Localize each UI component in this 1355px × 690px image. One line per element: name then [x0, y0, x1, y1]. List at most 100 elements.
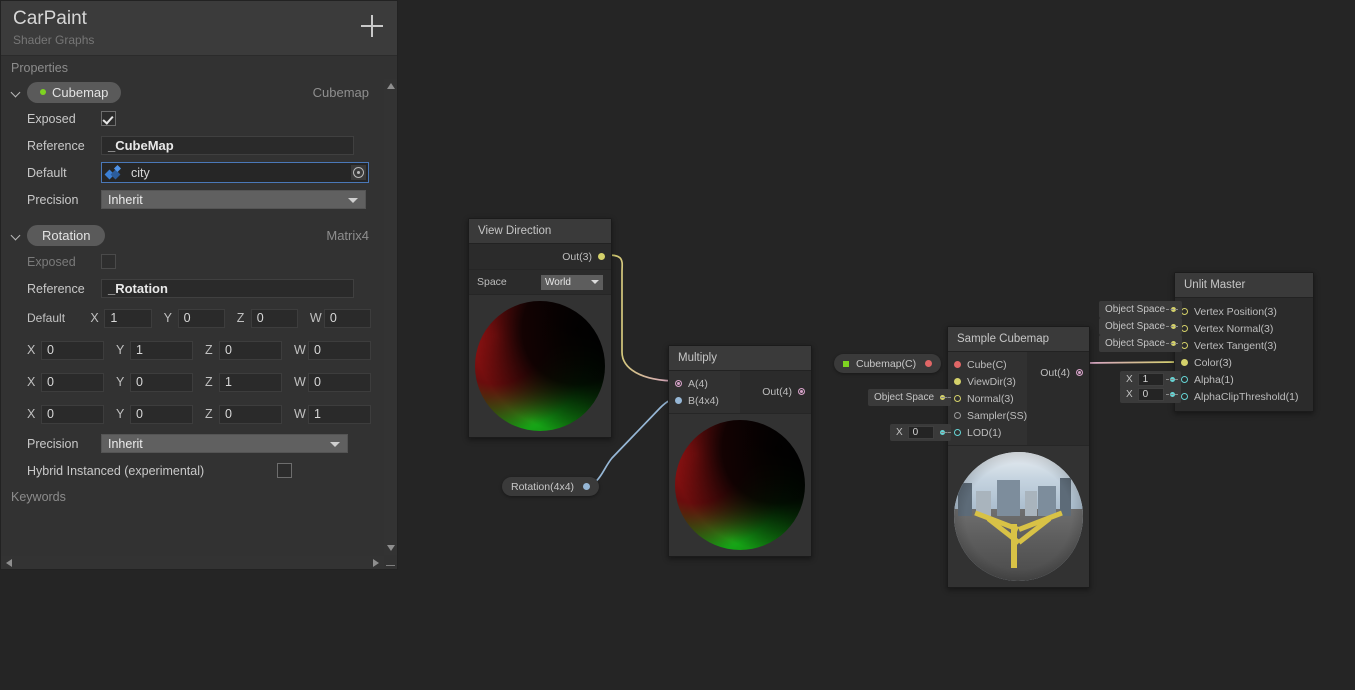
scroll-right-arrow-icon[interactable] [373, 558, 379, 567]
port-dot-icon[interactable] [954, 412, 961, 419]
reference-input[interactable]: _Rotation [101, 279, 354, 298]
space-dropdown[interactable]: World [541, 274, 603, 290]
port-out[interactable]: Out(4) [1027, 364, 1089, 381]
port-lod[interactable]: LOD(1) [948, 424, 1027, 441]
scroll-down-arrow-icon[interactable] [386, 545, 395, 551]
preview-ground [954, 508, 1083, 581]
exposed-dot-icon [40, 89, 46, 95]
matrix-input-1-3[interactable]: 0 [308, 340, 371, 360]
chevron-down-icon[interactable] [9, 228, 23, 242]
vertical-scrollbar[interactable] [384, 79, 397, 555]
port-dot-icon[interactable] [954, 395, 961, 402]
matrix-input-3-1[interactable]: 0 [130, 404, 193, 424]
port-dot-icon[interactable] [1076, 369, 1083, 376]
blackboard-panel[interactable]: CarPaint Shader Graphs Properties Cubema… [0, 0, 398, 570]
port-dot-icon[interactable] [675, 397, 682, 404]
port-dot-icon[interactable] [1181, 325, 1188, 332]
port-dot-icon[interactable] [1181, 393, 1188, 400]
slot-connector-line [1166, 379, 1178, 381]
port-dot-icon[interactable] [954, 378, 961, 385]
port-dot-icon[interactable] [675, 380, 682, 387]
chevron-down-icon [348, 198, 358, 203]
port-dot-icon[interactable] [1181, 342, 1188, 349]
add-property-button[interactable] [361, 15, 383, 37]
port-dot-icon[interactable] [1181, 359, 1188, 366]
node-unlit-master[interactable]: Unlit Master Vertex Position(3) Vertex N… [1174, 272, 1314, 412]
port-vertex-tangent[interactable]: Vertex Tangent(3) [1175, 337, 1313, 354]
default-object-field[interactable]: city [101, 162, 369, 183]
matrix-input-0-1[interactable]: 0 [177, 308, 225, 328]
property-name-pill[interactable]: Cubemap [27, 81, 122, 103]
reference-label: Reference [27, 281, 85, 296]
property-name-pill[interactable]: Rotation [27, 224, 106, 246]
scroll-up-arrow-icon[interactable] [386, 83, 395, 89]
axis-label-y: Y [163, 311, 172, 325]
port-vertex-position[interactable]: Vertex Position(3) [1175, 303, 1313, 320]
port-dot-icon[interactable] [954, 361, 961, 368]
matrix-input-0-3[interactable]: 0 [323, 308, 371, 328]
alpha-clip-value-input[interactable]: 0 [1137, 388, 1164, 401]
port-normal[interactable]: Normal(3) [948, 390, 1027, 407]
port-alpha-clip-threshold[interactable]: AlphaClipThreshold(1) [1175, 388, 1313, 405]
axis-label-x: X [27, 343, 36, 357]
port-sampler[interactable]: Sampler(SS) [948, 407, 1027, 424]
reference-input[interactable]: _CubeMap [101, 136, 354, 155]
scroll-left-arrow-icon[interactable] [6, 558, 12, 567]
property-node-label: Cubemap(C) [856, 357, 917, 370]
resize-handle[interactable] [385, 558, 395, 568]
port-dot-icon[interactable] [954, 429, 961, 436]
matrix-input-0-0[interactable]: 1 [104, 308, 152, 328]
matrix-input-1-0[interactable]: 0 [41, 340, 104, 360]
port-label: Out(4) [1040, 366, 1070, 379]
port-dot-icon[interactable] [798, 388, 805, 395]
port-dot-icon[interactable] [583, 483, 591, 490]
property-node-cubemap[interactable]: Cubemap(C) [834, 354, 942, 373]
matrix-input-2-3[interactable]: 0 [308, 372, 371, 392]
port-out[interactable]: Out(4) [740, 383, 811, 400]
port-label: Vertex Tangent(3) [1194, 339, 1277, 352]
property-header-rotation[interactable]: Rotation Matrix4 [1, 222, 383, 248]
axis-label-x: X [27, 407, 36, 421]
chevron-down-icon[interactable] [9, 85, 23, 99]
port-dot-icon[interactable] [1181, 376, 1188, 383]
node-view-direction[interactable]: View Direction Out(3) Space World [468, 218, 612, 438]
precision-dropdown[interactable]: Inherit [101, 434, 348, 453]
matrix-input-2-2[interactable]: 1 [219, 372, 282, 392]
hybrid-instanced-checkbox[interactable] [277, 463, 292, 478]
matrix-input-2-1[interactable]: 0 [130, 372, 193, 392]
object-picker-icon[interactable] [351, 165, 366, 180]
node-param-space: Space World [469, 269, 611, 294]
port-out[interactable]: Out(3) [469, 248, 611, 265]
port-dot-icon[interactable] [598, 253, 605, 260]
default-slot-normal[interactable]: Object Space [868, 389, 952, 406]
lod-value-input[interactable]: 0 [907, 426, 934, 439]
port-alpha[interactable]: Alpha(1) [1175, 371, 1313, 388]
port-b[interactable]: B(4x4) [669, 392, 740, 409]
port-cube[interactable]: Cube(C) [948, 356, 1027, 373]
matrix-input-3-0[interactable]: 0 [41, 404, 104, 424]
port-dot-icon[interactable] [925, 360, 933, 367]
horizontal-scrollbar[interactable] [1, 556, 384, 569]
matrix-input-3-3[interactable]: 1 [308, 404, 371, 424]
port-viewdir[interactable]: ViewDir(3) [948, 373, 1027, 390]
property-node-rotation[interactable]: Rotation(4x4) [502, 477, 600, 496]
port-dot-icon[interactable] [1181, 308, 1188, 315]
port-a[interactable]: A(4) [669, 375, 740, 392]
port-label: Out(4) [762, 385, 792, 398]
exposed-checkbox[interactable] [101, 111, 116, 126]
matrix-input-0-2[interactable]: 0 [250, 308, 298, 328]
matrix-input-3-2[interactable]: 0 [219, 404, 282, 424]
matrix-input-1-1[interactable]: 1 [130, 340, 193, 360]
node-sample-cubemap[interactable]: Sample Cubemap Cube(C) ViewDir(3) Normal… [947, 326, 1090, 588]
node-ports: Cube(C) ViewDir(3) Normal(3) Sampler(SS)… [948, 352, 1089, 445]
port-label: Normal(3) [967, 392, 1014, 405]
exposed-checkbox[interactable] [101, 254, 116, 269]
alpha-value-input[interactable]: 1 [1137, 373, 1164, 386]
matrix-input-2-0[interactable]: 0 [41, 372, 104, 392]
port-color[interactable]: Color(3) [1175, 354, 1313, 371]
node-multiply[interactable]: Multiply A(4) B(4x4) Out(4) [668, 345, 812, 557]
property-header-cubemap[interactable]: Cubemap Cubemap [1, 79, 383, 105]
port-vertex-normal[interactable]: Vertex Normal(3) [1175, 320, 1313, 337]
matrix-input-1-2[interactable]: 0 [219, 340, 282, 360]
precision-dropdown[interactable]: Inherit [101, 190, 366, 209]
